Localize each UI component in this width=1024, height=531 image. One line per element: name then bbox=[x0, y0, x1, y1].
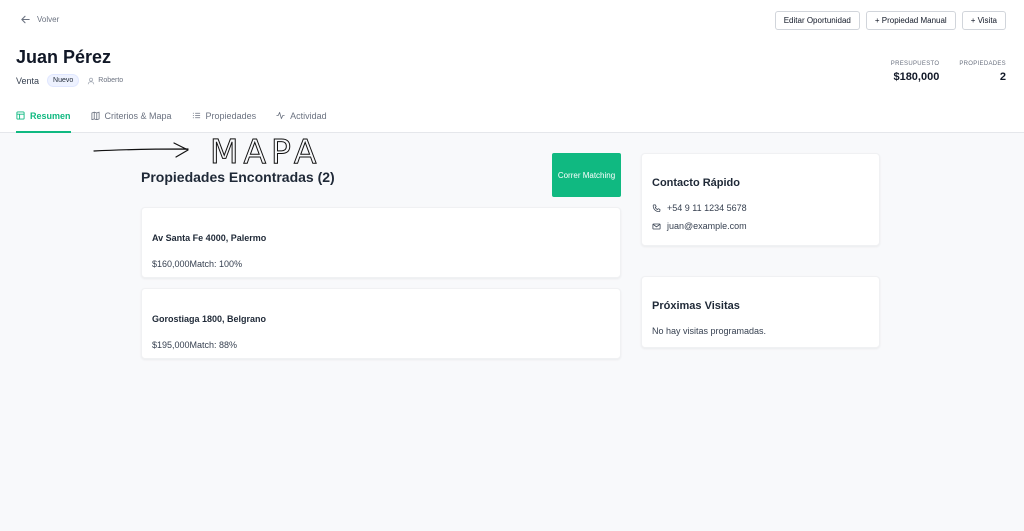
add-manual-property-button[interactable]: + Propiedad Manual bbox=[865, 11, 956, 30]
visits-title: Próximas Visitas bbox=[652, 300, 740, 312]
stats: PRESUPUESTO $180,000 PROPIEDADES 2 bbox=[891, 61, 1006, 83]
status-badge: Nuevo bbox=[47, 74, 80, 87]
agent-name: Roberto bbox=[98, 77, 124, 84]
header-actions: Editar Oportunidad + Propiedad Manual + … bbox=[774, 11, 1006, 30]
map-icon bbox=[91, 111, 100, 120]
agent: Roberto bbox=[87, 77, 123, 85]
tab-resumen[interactable]: Resumen bbox=[16, 108, 71, 133]
operation-type: Venta bbox=[16, 75, 40, 86]
property-address: Gorostiaga 1800, Belgrano bbox=[152, 314, 267, 324]
user-icon bbox=[88, 77, 95, 84]
arrow-left-icon bbox=[21, 15, 30, 24]
upcoming-visits-card: Próximas Visitas No hay visitas programa… bbox=[641, 276, 880, 348]
tab-label: Resumen bbox=[30, 111, 71, 121]
visits-empty-message: No hay visitas programadas. bbox=[652, 326, 767, 336]
stat-label: PRESUPUESTO bbox=[890, 61, 940, 67]
properties-title: Propiedades Encontradas (2) bbox=[141, 169, 335, 185]
phone-icon bbox=[652, 204, 661, 212]
list-icon bbox=[192, 112, 200, 119]
email-address: juan@example.com bbox=[667, 221, 747, 231]
property-address: Av Santa Fe 4000, Palermo bbox=[152, 233, 267, 243]
contact-phone[interactable]: +54 9 11 1234 5678 bbox=[652, 203, 747, 213]
stat-value: $180,000 bbox=[893, 71, 940, 83]
stat-value: 2 bbox=[999, 71, 1006, 83]
activity-icon bbox=[276, 111, 285, 120]
stat-budget: PRESUPUESTO $180,000 bbox=[891, 61, 940, 83]
layout-icon bbox=[16, 111, 25, 120]
edit-opportunity-button[interactable]: Editar Oportunidad bbox=[774, 11, 860, 30]
back-link[interactable]: Volver bbox=[20, 14, 59, 25]
annotation-arrow bbox=[93, 142, 189, 158]
stat-label: PROPIEDADES bbox=[959, 61, 1006, 67]
mail-icon bbox=[652, 223, 661, 229]
back-label: Volver bbox=[37, 15, 60, 24]
stat-properties: PROPIEDADES 2 bbox=[959, 61, 1006, 83]
phone-number: +54 9 11 1234 5678 bbox=[667, 203, 747, 213]
property-info: $160,000Match: 100% bbox=[152, 259, 243, 269]
property-card[interactable]: Gorostiaga 1800, Belgrano $195,000Match:… bbox=[141, 288, 621, 359]
property-info: $195,000Match: 88% bbox=[152, 340, 238, 350]
add-visit-button[interactable]: + Visita bbox=[961, 11, 1006, 30]
property-card[interactable]: Av Santa Fe 4000, Palermo $160,000Match:… bbox=[141, 207, 621, 278]
quick-contact-card: Contacto Rápido +54 9 11 1234 5678 juan@… bbox=[641, 153, 880, 246]
client-name: Juan Pérez bbox=[16, 47, 112, 67]
contact-email[interactable]: juan@example.com bbox=[652, 221, 747, 231]
contact-title: Contacto Rápido bbox=[652, 177, 740, 189]
run-matching-button[interactable]: Correr Matching bbox=[552, 153, 621, 197]
annotation-text: MAPA bbox=[210, 132, 321, 170]
client-meta: Venta Nuevo Roberto bbox=[16, 74, 123, 87]
handwritten-annotation: MAPA bbox=[93, 132, 321, 170]
page-header: Volver Editar Oportunidad + Propiedad Ma… bbox=[0, 0, 1024, 133]
